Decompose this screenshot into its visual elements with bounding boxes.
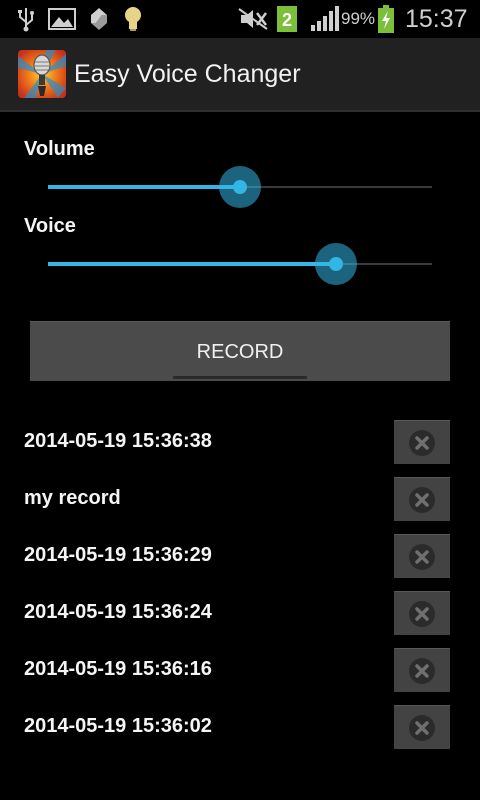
battery-charging-icon — [376, 5, 396, 33]
delete-icon — [409, 657, 435, 684]
list-item[interactable]: 2014-05-19 15:36:16 — [0, 641, 480, 698]
delete-icon — [409, 714, 435, 741]
list-item[interactable]: 2014-05-19 15:36:02 — [0, 698, 480, 755]
voice-label: Voice — [24, 215, 76, 237]
voice-slider-thumb-center — [329, 257, 343, 271]
volume-label: Volume — [24, 138, 95, 160]
delete-button[interactable] — [394, 420, 450, 464]
delete-button[interactable] — [394, 705, 450, 749]
record-name[interactable]: 2014-05-19 15:36:29 — [24, 527, 212, 584]
list-item[interactable]: 2014-05-19 15:36:38 — [0, 413, 480, 470]
list-item[interactable]: 2014-05-19 15:36:29 — [0, 527, 480, 584]
sim-2-icon: 2 — [276, 5, 298, 33]
delete-icon — [409, 429, 435, 456]
record-name[interactable]: 2014-05-19 15:36:16 — [24, 641, 212, 698]
list-item[interactable]: 2014-05-19 15:36:24 — [0, 584, 480, 641]
status-bar: 2 99% 15:37 — [0, 0, 480, 38]
voice-slider-fill — [48, 262, 336, 266]
delete-icon — [409, 543, 435, 570]
signal-icon — [308, 5, 340, 33]
action-bar: Easy Voice Changer — [0, 38, 480, 112]
microphone-app-icon[interactable] — [18, 50, 66, 98]
records-list: 2014-05-19 15:36:38 my record 2014-05-19… — [0, 413, 480, 755]
record-button-label: RECORD — [196, 341, 284, 363]
record-name[interactable]: 2014-05-19 15:36:02 — [24, 698, 212, 755]
sim-number: 2 — [282, 10, 292, 30]
lightbulb-icon — [120, 5, 146, 33]
record-button-indicator — [173, 376, 307, 379]
delete-button[interactable] — [394, 648, 450, 692]
record-name[interactable]: my record — [24, 470, 121, 527]
volume-slider[interactable] — [48, 165, 432, 209]
image-icon — [46, 5, 78, 33]
mute-icon — [236, 5, 270, 33]
volume-slider-thumb-center — [233, 180, 247, 194]
sync-icon — [86, 5, 112, 33]
usb-icon — [14, 5, 38, 33]
clock: 15:37 — [405, 5, 468, 33]
app-title: Easy Voice Changer — [74, 60, 301, 88]
record-name[interactable]: 2014-05-19 15:36:38 — [24, 413, 212, 470]
battery-percent: 99% — [341, 9, 376, 28]
delete-button[interactable] — [394, 477, 450, 521]
record-button[interactable]: RECORD — [30, 321, 450, 381]
volume-slider-fill — [48, 185, 240, 189]
delete-button[interactable] — [394, 534, 450, 578]
voice-slider[interactable] — [48, 242, 432, 286]
delete-icon — [409, 486, 435, 513]
list-item[interactable]: my record — [0, 470, 480, 527]
delete-button[interactable] — [394, 591, 450, 635]
delete-icon — [409, 600, 435, 627]
record-name[interactable]: 2014-05-19 15:36:24 — [24, 584, 212, 641]
